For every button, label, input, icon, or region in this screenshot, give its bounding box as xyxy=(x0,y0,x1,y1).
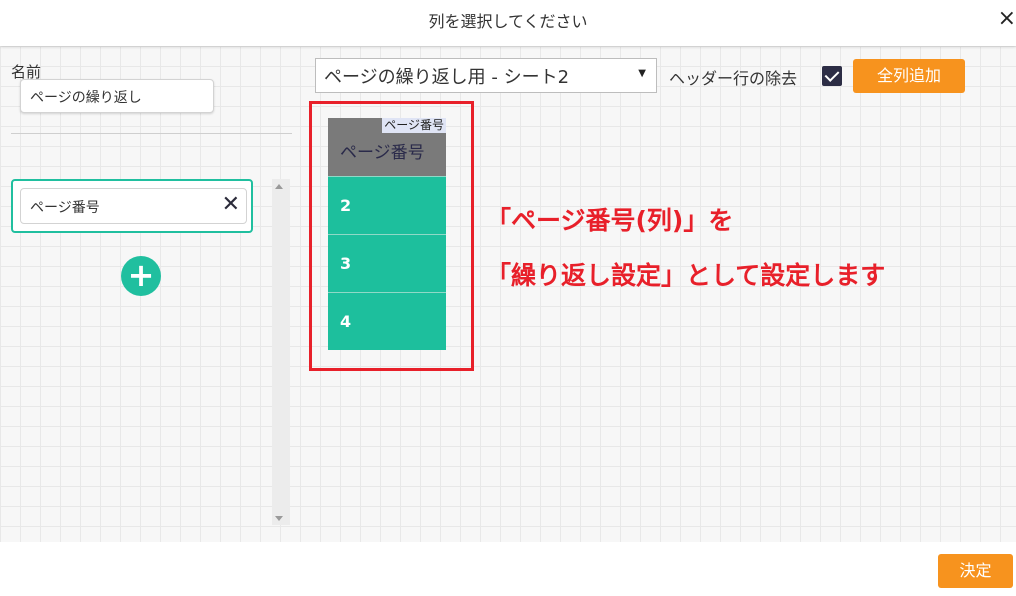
scroll-down-arrow-icon[interactable] xyxy=(275,516,283,521)
column-item-field[interactable]: ページ番号 ✕ xyxy=(20,188,247,224)
sheet-select[interactable]: ページの繰り返し用 - シート2 ▼ xyxy=(315,58,657,93)
divider xyxy=(11,133,292,134)
highlight-box xyxy=(309,101,474,371)
column-item-card: ページ番号 ✕ xyxy=(11,179,253,233)
header-remove-label: ヘッダー行の除去 xyxy=(669,69,798,88)
plus-icon: + xyxy=(127,256,155,294)
annotation-line-1: 「ページ番号(列)」を xyxy=(486,206,734,235)
dialog-footer xyxy=(0,542,1016,596)
checkmark-icon xyxy=(824,67,840,82)
add-all-columns-button[interactable]: 全列追加 xyxy=(853,59,965,93)
confirm-button[interactable]: 決定 xyxy=(938,554,1013,588)
scrollbar[interactable] xyxy=(272,179,290,525)
close-icon[interactable]: × xyxy=(998,8,1016,30)
column-item-value: ページ番号 xyxy=(30,200,100,216)
dialog-header: 列を選択してください × xyxy=(0,0,1016,46)
header-remove-checkbox[interactable] xyxy=(822,66,842,86)
add-column-button[interactable]: + xyxy=(121,256,161,296)
name-input[interactable]: ページの繰り返し xyxy=(20,79,214,113)
dialog-body xyxy=(0,46,1016,542)
dialog-title: 列を選択してください xyxy=(428,12,588,31)
clear-icon[interactable]: ✕ xyxy=(222,192,240,218)
scroll-up-arrow-icon[interactable] xyxy=(275,184,283,189)
sheet-select-value: ページの繰り返し用 - シート2 xyxy=(324,67,570,88)
annotation-line-2: 「繰り返し設定」として設定します xyxy=(486,261,886,290)
dropdown-arrow-icon: ▼ xyxy=(638,68,646,79)
